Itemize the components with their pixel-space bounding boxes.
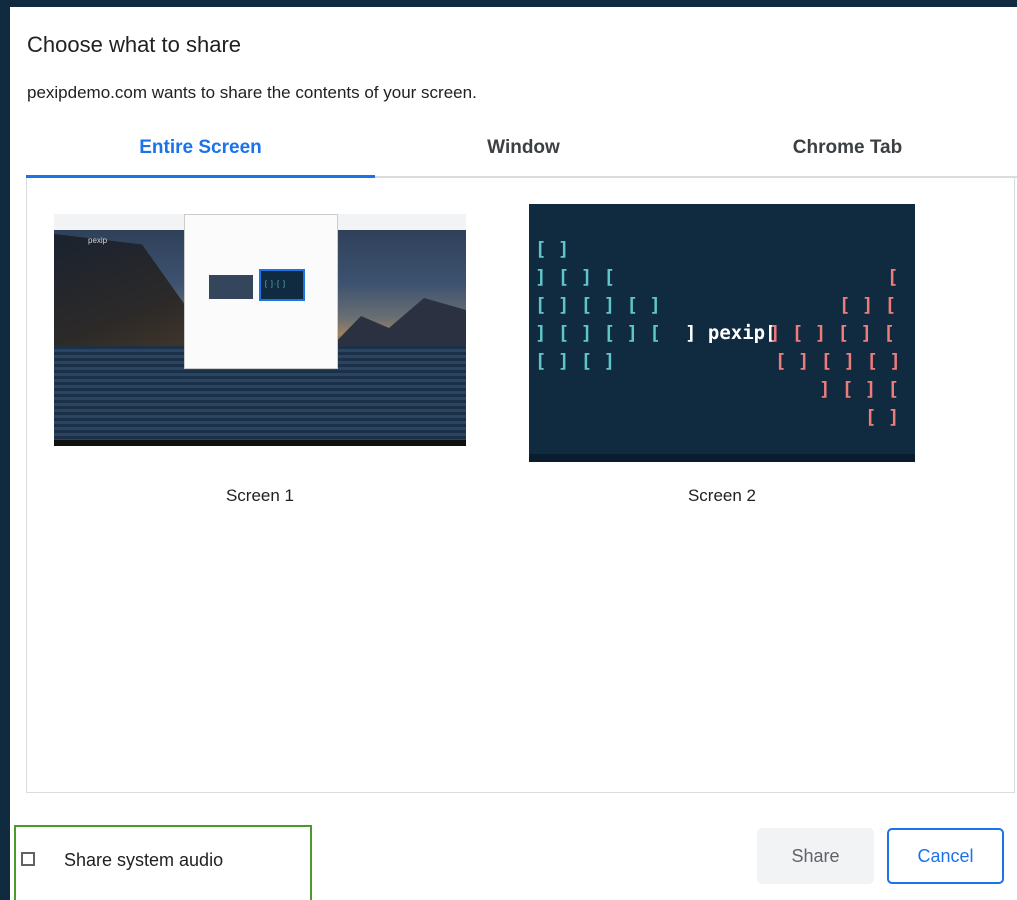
bracket-row: ] [ ] [ ] [	[769, 322, 895, 344]
cancel-button[interactable]: Cancel	[887, 828, 1004, 884]
pexip-logo-text: ] pexip[	[685, 322, 777, 344]
mini-thumbnail: [ ]·[ ]	[259, 269, 305, 301]
source-list-panel: pexip [ ]·[ ] Screen 1 [ ] ] [ ] [ [ [ ]…	[26, 178, 1015, 793]
share-audio-label: Share system audio	[64, 850, 224, 870]
thumbnail-taskbar	[54, 440, 466, 446]
screen-2-label: Screen 2	[687, 486, 757, 505]
bracket-row: [ ] [ ]	[535, 350, 616, 372]
dialog-title: Choose what to share	[27, 32, 242, 57]
bracket-row: [ ]	[865, 406, 900, 428]
bracket-row: ] [ ] [	[819, 378, 900, 400]
bracket-row: [ ] [ ] [ ]	[535, 294, 661, 316]
tab-bar: Entire Screen Window Chrome Tab	[26, 126, 1017, 178]
screen-source-2[interactable]: [ ] ] [ ] [ [ [ ] [ ] [ ] [ ] [ ] [ ] [ …	[529, 204, 915, 514]
mini-thumbnail	[209, 275, 253, 299]
share-audio-checkbox[interactable]	[21, 852, 35, 866]
bracket-row: ] [ ] [	[535, 266, 616, 288]
tab-window[interactable]: Window	[349, 126, 698, 176]
bracket-row: ] [ ] [ ] [	[535, 322, 661, 344]
bracket-row: [ ] [	[839, 294, 897, 316]
bracket-row: [	[887, 266, 899, 288]
thumbnail-taskbar	[529, 454, 915, 462]
tab-chrome-tab[interactable]: Chrome Tab	[673, 126, 1017, 176]
share-dialog: Choose what to share pexipdemo.com wants…	[10, 7, 1017, 900]
dialog-subtitle: pexipdemo.com wants to share the content…	[27, 83, 477, 102]
bracket-row: [ ]	[535, 238, 570, 260]
screen-1-label: Screen 1	[225, 486, 295, 505]
screen-1-thumbnail: pexip [ ]·[ ]	[54, 214, 466, 446]
share-button[interactable]: Share	[757, 828, 874, 884]
mountain-shape	[326, 298, 466, 352]
screen-source-1[interactable]: pexip [ ]·[ ] Screen 1	[54, 214, 466, 514]
thumbnail-logo-text: pexip	[88, 236, 108, 245]
thumbnail-dialog-window: [ ]·[ ]	[184, 214, 338, 369]
bracket-row: [ ] [ ] [ ]	[775, 350, 901, 372]
tab-entire-screen[interactable]: Entire Screen	[26, 126, 375, 178]
screen-2-thumbnail: [ ] ] [ ] [ [ [ ] [ ] [ ] [ ] [ ] [ ] [ …	[529, 204, 915, 462]
